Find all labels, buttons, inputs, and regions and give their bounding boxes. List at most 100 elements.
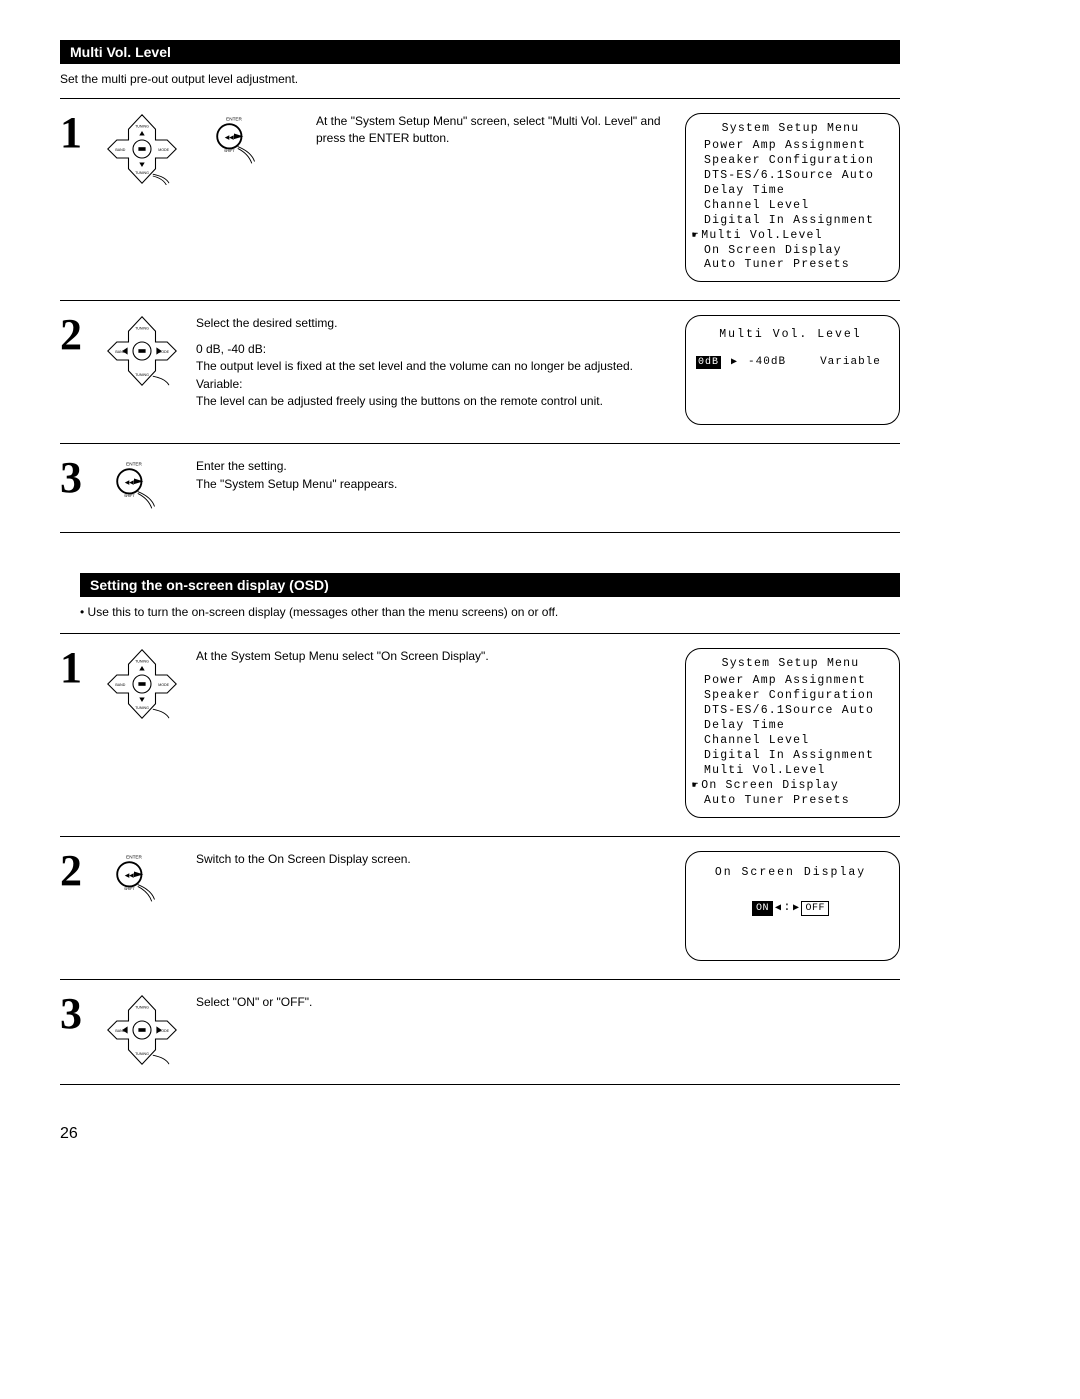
osd-title: On Screen Display — [692, 866, 889, 881]
step-text: Enter the setting. The "System Setup Men… — [196, 458, 685, 493]
step-text: Switch to the On Screen Display screen. — [196, 851, 685, 868]
section-intro: Set the multi pre-out output level adjus… — [60, 72, 900, 86]
step-number: 2 — [60, 315, 106, 355]
osd-option: Variable — [820, 355, 881, 369]
svg-text:SHIFT: SHIFT — [124, 887, 135, 891]
step-icons: TUNING BAND MODE TUNING — [106, 648, 196, 720]
step-number: 2 — [60, 851, 106, 891]
section-header-multi-vol: Multi Vol. Level — [60, 40, 900, 64]
section-bullet: • Use this to turn the on-screen display… — [80, 605, 900, 619]
osd-box: System Setup Menu Power Amp Assignment S… — [685, 648, 900, 817]
osd-option: -40dB — [748, 355, 786, 369]
osd-item: DTS-ES/6.1Source Auto — [692, 169, 889, 184]
osd-item: Channel Level — [692, 199, 889, 214]
osd-option-on: ON — [752, 901, 773, 916]
svg-text:◀◀: ◀◀ — [124, 480, 134, 487]
svg-text:TUNING: TUNING — [135, 374, 149, 378]
step-row: 3 TUNING BAND MODE TUNING Select "ON" or… — [60, 979, 900, 1085]
osd-item-selected: On Screen Display — [692, 779, 889, 794]
osd-item: Multi Vol.Level — [692, 764, 889, 779]
svg-text:BAND: BAND — [115, 683, 125, 687]
step-text: Select "ON" or "OFF". — [196, 994, 685, 1011]
step-icons: TUNING BAND MODE TUNING — [106, 315, 196, 387]
svg-text:ENTER: ENTER — [126, 854, 142, 859]
step-number: 3 — [60, 994, 106, 1034]
osd-item: Delay Time — [692, 719, 889, 734]
osd-options-row: ON ◀ : ▶ OFF — [692, 901, 889, 916]
osd-title: Multi Vol. Level — [692, 328, 889, 343]
osd-item: DTS-ES/6.1Source Auto — [692, 704, 889, 719]
osd-item: Speaker Configuration — [692, 689, 889, 704]
osd-item: Channel Level — [692, 734, 889, 749]
step-text-line: Select the desired settimg. — [196, 315, 669, 332]
step-number: 1 — [60, 113, 106, 153]
svg-text:◀◀: ◀◀ — [124, 872, 134, 879]
arrow-right-icon: ▶ — [731, 356, 738, 369]
step-row: 2 TUNING BAND MODE TUNING Select the des… — [60, 300, 900, 443]
osd-box: System Setup Menu Power Amp Assignment S… — [685, 113, 900, 282]
svg-text:TUNING: TUNING — [135, 171, 149, 175]
step-row: 3 ENTER ◀◀ SHIFT Enter the setting. The … — [60, 443, 900, 533]
svg-text:TUNING: TUNING — [135, 1005, 149, 1009]
step-text: At the System Setup Menu select "On Scre… — [196, 648, 685, 665]
svg-text:SHIFT: SHIFT — [124, 495, 135, 499]
arrow-right-icon: ▶ — [793, 902, 800, 915]
svg-text:◀◀: ◀◀ — [224, 134, 234, 141]
arrow-left-icon: ◀ — [775, 902, 782, 915]
step-text-line: The "System Setup Menu" reappears. — [196, 476, 669, 493]
remote-dpad-icon: TUNING BAND MODE TUNING — [106, 315, 178, 387]
osd-title: System Setup Menu — [692, 657, 889, 672]
step-text-subhead: Variable: — [196, 376, 669, 393]
osd-item: Digital In Assignment — [692, 749, 889, 764]
section-header-osd: Setting the on-screen display (OSD) — [80, 573, 900, 597]
step-number: 3 — [60, 458, 106, 498]
osd-display: System Setup Menu Power Amp Assignment S… — [685, 113, 900, 282]
osd-display: System Setup Menu Power Amp Assignment S… — [685, 648, 900, 817]
osd-item: Digital In Assignment — [692, 214, 889, 229]
osd-option-selected: 0dB — [696, 356, 721, 369]
osd-item: Power Amp Assignment — [692, 674, 889, 689]
step-icons: ENTER ◀◀ SHIFT — [106, 458, 196, 514]
enter-button-icon: ENTER ◀◀ SHIFT — [106, 851, 162, 907]
step-icons: TUNING BAND MODE TUNING — [106, 994, 196, 1066]
step-row: 1 TUNING BAND MODE TUNING ENTER ◀◀ SHIFT — [60, 98, 900, 300]
svg-text:MODE: MODE — [158, 683, 169, 687]
step-text-subhead: 0 dB, -40 dB: — [196, 341, 669, 358]
remote-dpad-icon: TUNING BAND MODE TUNING — [106, 113, 178, 185]
osd-display: Multi Vol. Level 0dB ▶ -40dB Variable — [685, 315, 900, 425]
osd-item: On Screen Display — [692, 244, 889, 259]
svg-text:TUNING: TUNING — [135, 660, 149, 664]
enter-button-icon: ENTER ◀◀ SHIFT — [206, 113, 262, 169]
step-text-line: The level can be adjusted freely using t… — [196, 393, 669, 410]
osd-option-off: OFF — [801, 901, 829, 916]
svg-text:TUNING: TUNING — [135, 327, 149, 331]
osd-item-selected: Multi Vol.Level — [692, 229, 889, 244]
page-number: 26 — [60, 1125, 900, 1143]
remote-dpad-icon: TUNING BAND MODE TUNING — [106, 994, 178, 1066]
step-icons: ENTER ◀◀ SHIFT — [106, 851, 196, 907]
svg-text:TUNING: TUNING — [135, 124, 149, 128]
step-text: Select the desired settimg. 0 dB, -40 dB… — [196, 315, 685, 410]
svg-text:TUNING: TUNING — [135, 707, 149, 711]
enter-button-icon: ENTER ◀◀ SHIFT — [106, 458, 162, 514]
osd-options-row: 0dB ▶ -40dB Variable — [692, 355, 889, 369]
osd-item: Auto Tuner Presets — [692, 258, 889, 273]
bullet-text: Use this to turn the on-screen display (… — [88, 605, 559, 619]
step-text-line: The output level is fixed at the set lev… — [196, 358, 669, 375]
step-text: At the "System Setup Menu" screen, selec… — [316, 113, 685, 148]
svg-text:SHIFT: SHIFT — [224, 149, 235, 153]
step-number: 1 — [60, 648, 106, 688]
osd-box: On Screen Display ON ◀ : ▶ OFF — [685, 851, 900, 961]
svg-text:TUNING: TUNING — [135, 1052, 149, 1056]
osd-item: Delay Time — [692, 184, 889, 199]
step-icons: TUNING BAND MODE TUNING ENTER ◀◀ SHIFT — [106, 113, 316, 185]
svg-text:BAND: BAND — [115, 148, 125, 152]
step-row: 2 ENTER ◀◀ SHIFT Switch to the On Screen… — [60, 836, 900, 979]
osd-item: Auto Tuner Presets — [692, 794, 889, 809]
osd-title: System Setup Menu — [692, 122, 889, 137]
svg-text:MODE: MODE — [158, 148, 169, 152]
osd-box: Multi Vol. Level 0dB ▶ -40dB Variable — [685, 315, 900, 425]
osd-item: Power Amp Assignment — [692, 139, 889, 154]
osd-item: Speaker Configuration — [692, 154, 889, 169]
step-text-line: Enter the setting. — [196, 458, 669, 475]
